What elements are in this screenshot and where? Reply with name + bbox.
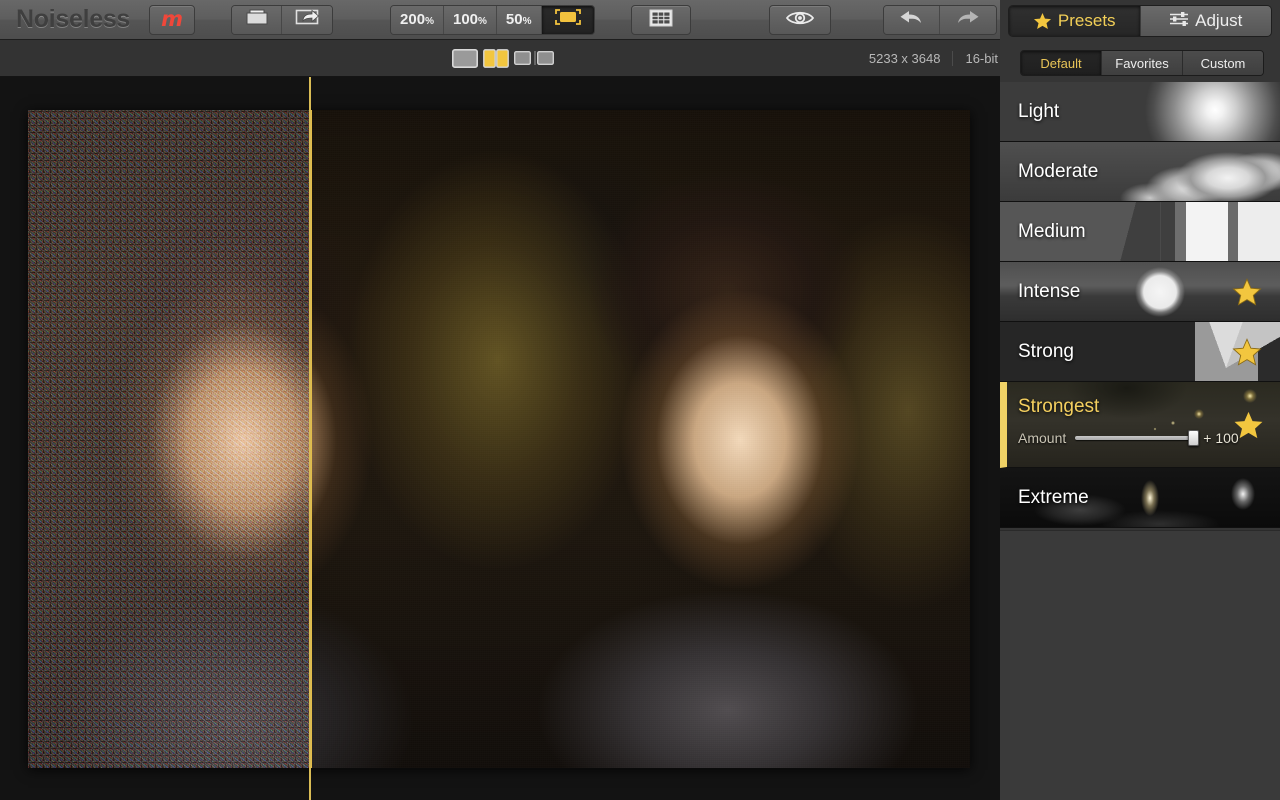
history-group xyxy=(883,5,997,35)
eye-preview-icon xyxy=(784,8,816,31)
grid-view-button[interactable] xyxy=(631,5,691,35)
photo-preview[interactable] xyxy=(28,110,970,768)
zoom-100-suffix: % xyxy=(478,16,487,27)
noisy-original-image xyxy=(28,110,309,768)
image-bit-depth: 16-bit xyxy=(952,51,998,66)
redo-button[interactable] xyxy=(940,6,996,34)
preset-panel-empty-area xyxy=(1000,530,1280,800)
sliders-icon xyxy=(1169,11,1189,32)
app-title: Noiseless xyxy=(16,5,130,34)
amount-slider-label: Amount xyxy=(1018,430,1066,446)
tab-presets[interactable]: Presets xyxy=(1009,6,1141,36)
image-info: 5233 x 3648 16-bit xyxy=(869,51,998,66)
preset-item-intense[interactable]: Intense xyxy=(1000,262,1280,322)
noiseless-app-window: Noiseless m xyxy=(0,0,1280,800)
macphun-logo-glyph: m xyxy=(161,9,183,30)
view-mode-side-by-side[interactable] xyxy=(514,49,531,68)
share-button[interactable] xyxy=(282,6,332,34)
preset-name: Extreme xyxy=(1018,487,1089,509)
preset-list: Light Moderate Medium Intense xyxy=(1000,82,1280,530)
tab-adjust[interactable]: Adjust xyxy=(1141,6,1272,36)
view-mode-compare[interactable] xyxy=(534,49,554,68)
preset-name: Medium xyxy=(1018,221,1086,243)
view-mode-split[interactable] xyxy=(483,49,509,68)
amount-slider-knob[interactable] xyxy=(1188,430,1199,446)
subtab-favorites[interactable]: Favorites xyxy=(1102,51,1183,75)
preset-category-tabs: Default Favorites Custom xyxy=(1020,50,1264,76)
preset-item-strongest[interactable]: Strongest Amount + 100 xyxy=(1000,382,1280,468)
preset-item-moderate[interactable]: Moderate xyxy=(1000,142,1280,202)
zoom-100-label: 100 xyxy=(453,11,478,28)
zoom-100-button[interactable]: 100% xyxy=(444,6,497,34)
preset-item-light[interactable]: Light xyxy=(1000,82,1280,142)
view-mode-group xyxy=(452,49,554,68)
open-file-button[interactable] xyxy=(232,6,282,34)
amount-slider-track[interactable] xyxy=(1075,436,1194,440)
favorite-star-icon[interactable] xyxy=(1232,337,1262,366)
zoom-50-button[interactable]: 50% xyxy=(497,6,542,34)
preset-name: Intense xyxy=(1018,281,1080,303)
zoom-50-label: 50 xyxy=(506,11,523,28)
preset-item-medium[interactable]: Medium xyxy=(1000,202,1280,262)
tab-presets-label: Presets xyxy=(1058,11,1116,31)
preview-toggle-button[interactable] xyxy=(769,5,831,35)
zoom-200-label: 200 xyxy=(400,11,425,28)
preset-name: Light xyxy=(1018,101,1059,123)
zoom-50-suffix: % xyxy=(523,16,532,27)
split-view-divider-handle[interactable] xyxy=(309,110,312,768)
file-actions-group xyxy=(231,5,333,35)
preset-name: Moderate xyxy=(1018,161,1098,183)
preset-item-extreme[interactable]: Extreme xyxy=(1000,468,1280,528)
favorite-star-icon[interactable] xyxy=(1232,277,1262,306)
grid-view-icon xyxy=(646,7,676,32)
macphun-logo-button[interactable]: m xyxy=(149,5,195,35)
preset-name: Strong xyxy=(1018,341,1074,363)
tab-adjust-label: Adjust xyxy=(1195,11,1242,31)
open-file-icon xyxy=(244,7,270,32)
fit-to-screen-icon xyxy=(553,7,583,32)
view-mode-single[interactable] xyxy=(452,49,478,68)
undo-button[interactable] xyxy=(884,6,940,34)
undo-arrow-icon xyxy=(897,7,925,32)
image-canvas[interactable] xyxy=(0,77,1000,800)
zoom-200-button[interactable]: 200% xyxy=(391,6,444,34)
image-dimensions: 5233 x 3648 xyxy=(869,51,953,66)
zoom-group: 200% 100% 50% xyxy=(390,5,594,35)
right-sidebar: Presets Adjust xyxy=(1000,0,1280,800)
fit-to-screen-button[interactable] xyxy=(542,6,594,34)
amount-slider-row: Amount + 100 xyxy=(1018,430,1280,446)
amount-slider-value: + 100 xyxy=(1203,430,1238,446)
subtab-default[interactable]: Default xyxy=(1021,51,1102,75)
preset-item-strong[interactable]: Strong xyxy=(1000,322,1280,382)
subtab-custom[interactable]: Custom xyxy=(1183,51,1263,75)
share-icon xyxy=(294,7,320,32)
noise-texture-luma xyxy=(28,110,309,768)
mode-tab-group: Presets Adjust xyxy=(1008,5,1272,37)
star-icon xyxy=(1033,12,1052,30)
redo-arrow-icon xyxy=(954,7,982,32)
zoom-200-suffix: % xyxy=(425,16,434,27)
